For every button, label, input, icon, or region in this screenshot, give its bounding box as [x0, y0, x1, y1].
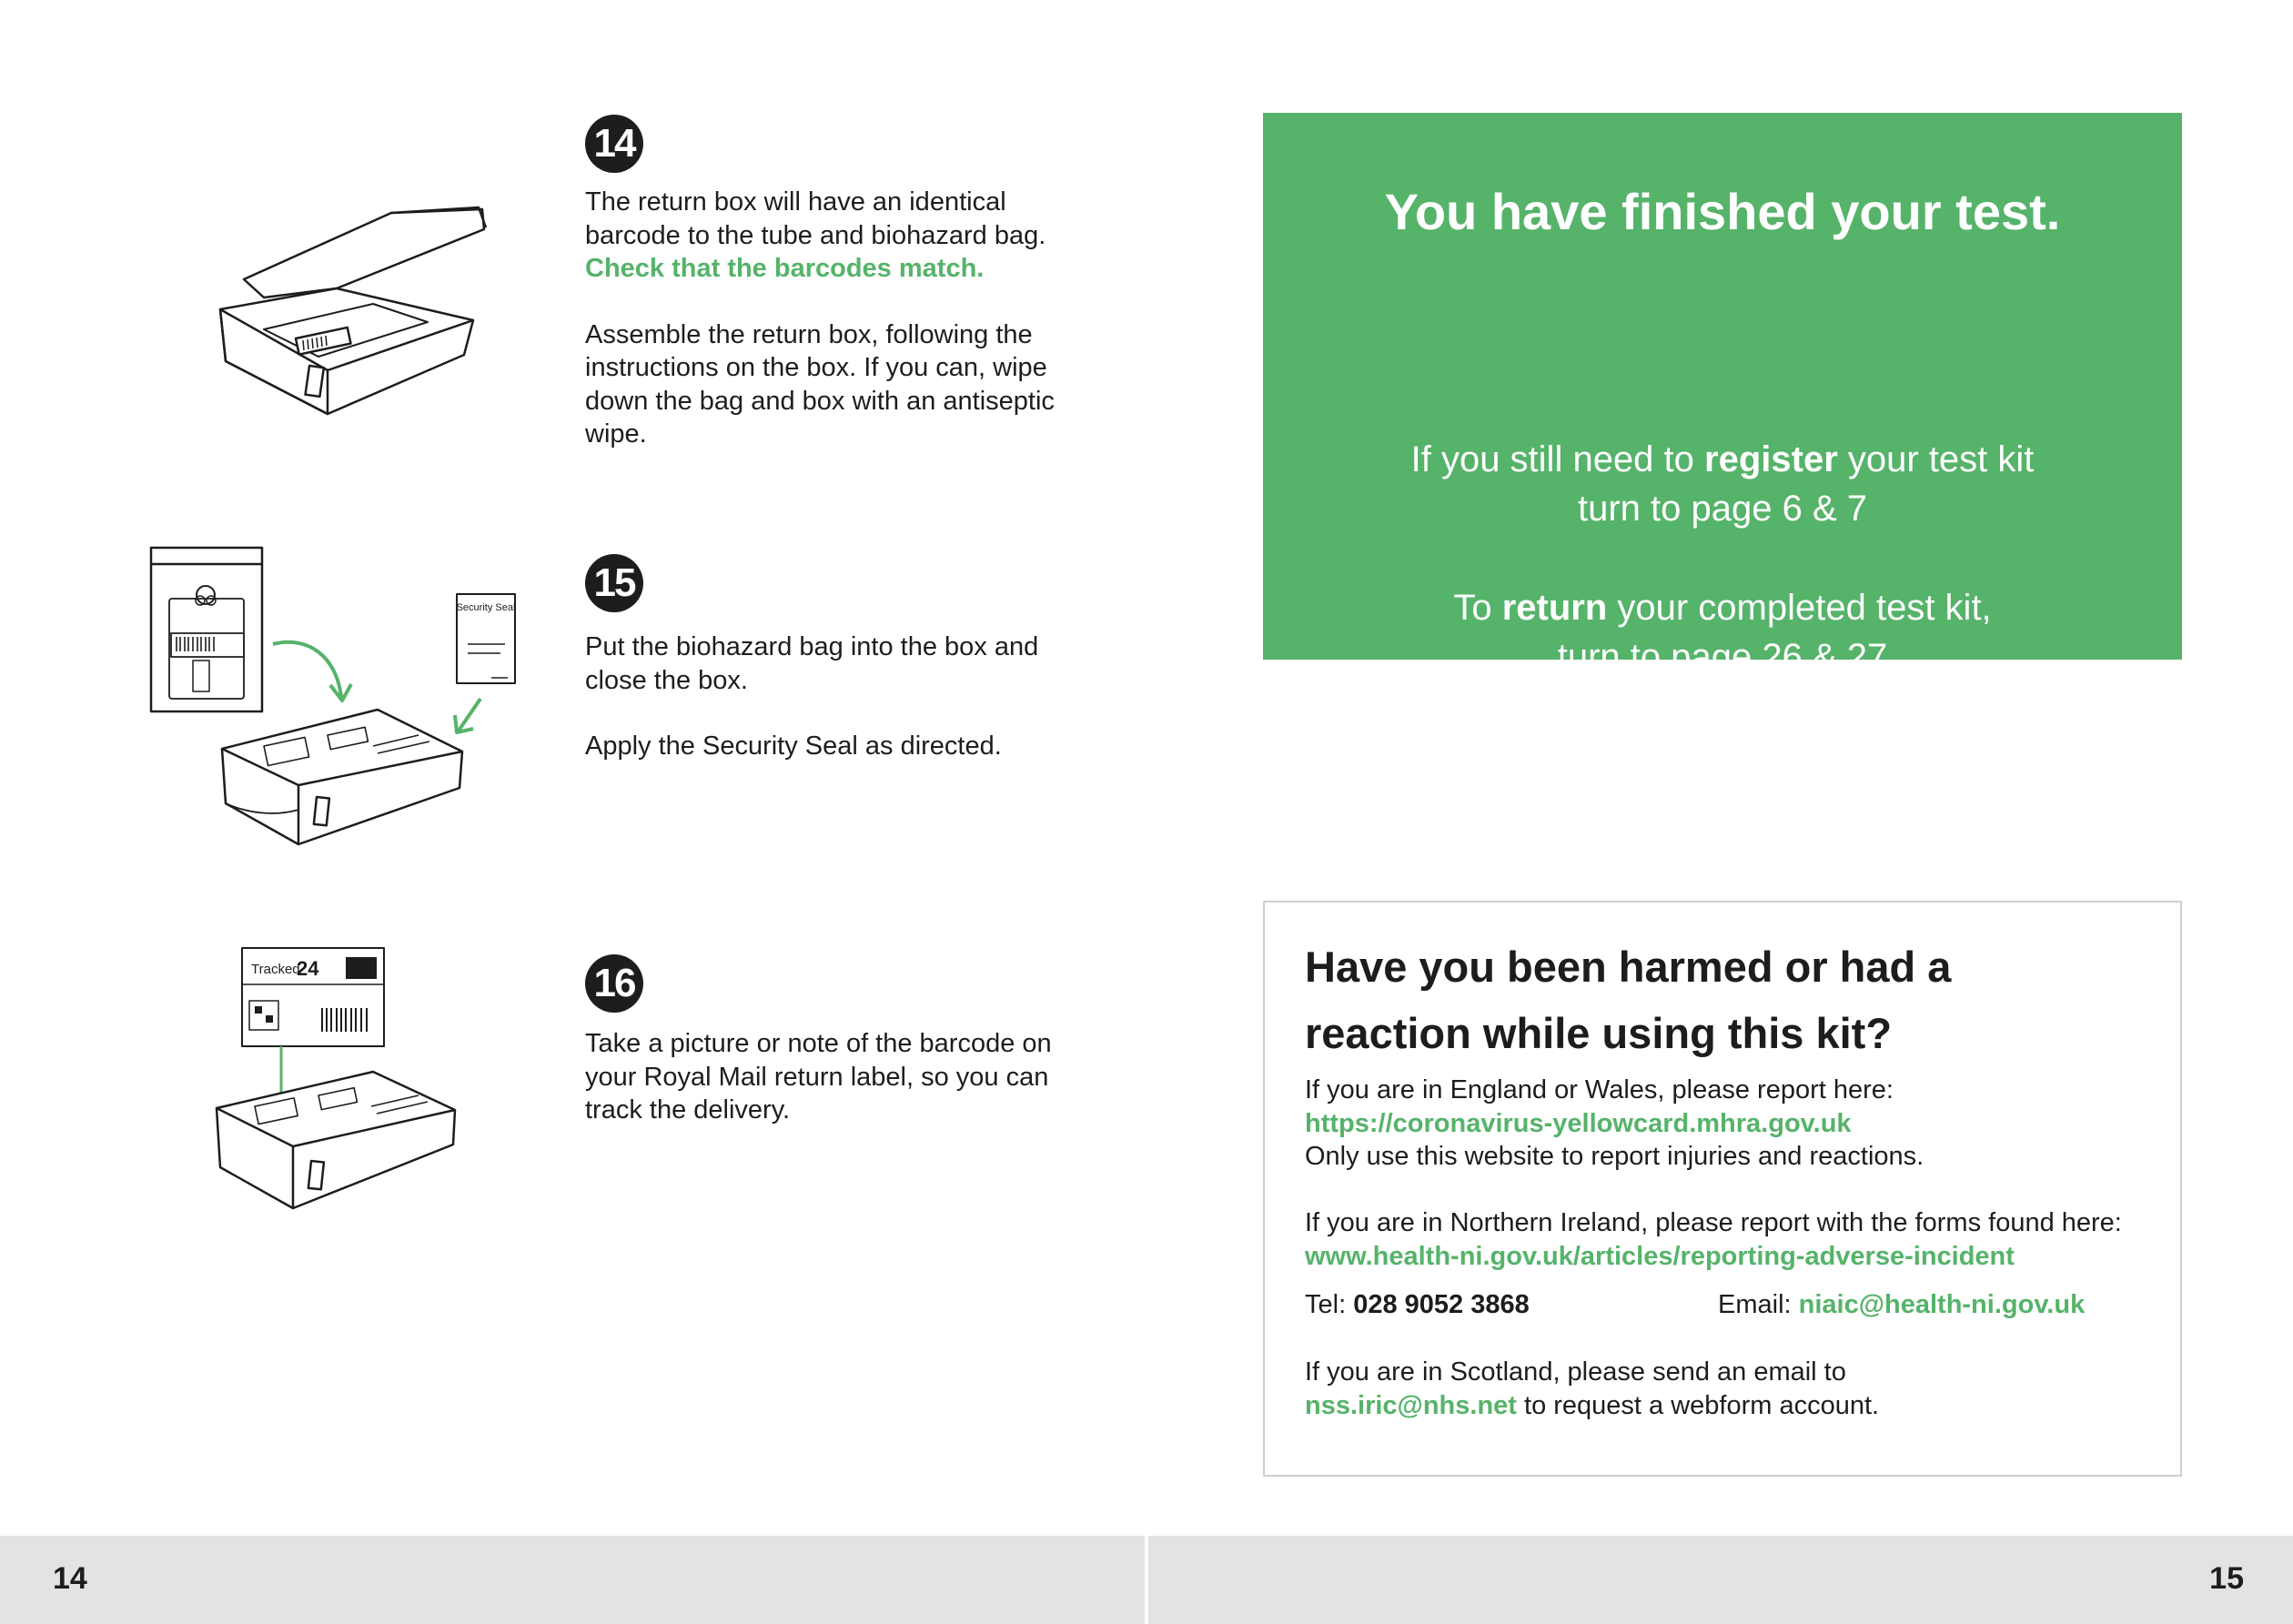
northern-ireland-section: If you are in Northern Ireland, please r…	[1305, 1206, 2160, 1273]
step-14-text: The return box will have an identical ba…	[585, 186, 1058, 451]
niaic-email-link[interactable]: niaic@health-ni.gov.uk	[1799, 1290, 2086, 1319]
register-page-line: turn to page 6 & 7	[1577, 489, 1867, 529]
tracked-label-number: 24	[297, 957, 319, 980]
email-line: Email: niaic@health-ni.gov.uk	[1718, 1290, 2086, 1319]
step-15-paragraph-2: Apply the Security Seal as directed.	[585, 731, 1002, 761]
step-14-paragraph-1: The return box will have an identical ba…	[585, 187, 1046, 283]
bag-into-box-illustration: Security Seal	[146, 544, 528, 849]
finished-test-panel: You have finished your test. If you stil…	[1263, 113, 2182, 677]
england-wales-section: If you are in England or Wales, please r…	[1305, 1074, 2160, 1174]
harmed-title: Have you been harmed or had a reaction w…	[1305, 943, 1952, 1057]
step-15-text: Put the biohazard bag into the box and c…	[585, 630, 1058, 763]
security-seal-label: Security Seal	[457, 602, 516, 613]
open-box-illustration	[209, 202, 491, 420]
finished-title: You have finished your test.	[1384, 183, 2061, 240]
return-page-line: turn to page 26 & 27	[1557, 637, 1888, 677]
left-page-footer	[0, 1536, 1145, 1624]
page-number-left: 14	[53, 1561, 87, 1596]
step-16-paragraph-1: Take a picture or note of the barcode on…	[585, 1029, 1052, 1125]
page-number-right: 15	[2209, 1561, 2244, 1596]
step-number-15: 15	[585, 554, 643, 612]
right-page-footer	[1148, 1536, 2293, 1624]
nss-iric-email-link[interactable]: nss.iric@nhs.net	[1305, 1391, 1517, 1420]
return-line: To return your completed test kit,	[1453, 588, 1992, 628]
register-line: If you still need to register your test …	[1410, 439, 2035, 479]
health-ni-link[interactable]: www.health-ni.gov.uk/articles/reporting-…	[1305, 1240, 2160, 1274]
tel-number: 028 9052 3868	[1353, 1290, 1530, 1319]
tracked-label-text: Tracked	[251, 962, 300, 977]
check-barcodes-emphasis: Check that the barcodes match.	[585, 254, 985, 283]
harmed-reaction-panel: Have you been harmed or had a reaction w…	[1263, 901, 2182, 1477]
step-16-text: Take a picture or note of the barcode on…	[585, 1027, 1058, 1127]
step-14-paragraph-2: Assemble the return box, following the i…	[585, 319, 1055, 449]
scotland-section: If you are in Scotland, please send an e…	[1305, 1357, 1880, 1420]
step-number-16: 16	[585, 954, 643, 1013]
step-number-14: 14	[585, 115, 643, 173]
step-15-paragraph-1: Put the biohazard bag into the box and c…	[585, 632, 1039, 695]
yellowcard-link[interactable]: https://coronavirus-yellowcard.mhra.gov.…	[1305, 1107, 2160, 1141]
tracked-label-illustration: Tracked 24	[209, 944, 491, 1217]
